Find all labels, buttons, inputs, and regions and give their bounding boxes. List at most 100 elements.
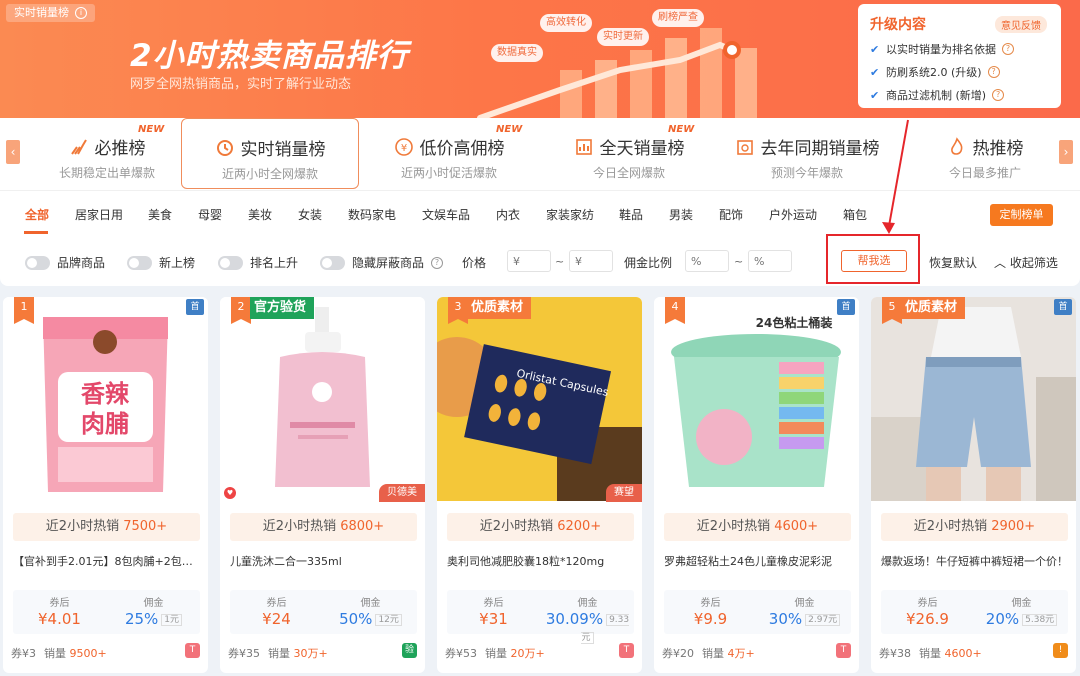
rank-badge: 2 (231, 297, 251, 324)
upgrade-item: ✔ 防刷系统2.0 (升级)? (870, 64, 1049, 80)
tab-hot-push[interactable]: 热推榜 今日最多推广 (896, 118, 1074, 190)
tab-all-day-sales[interactable]: 全天销量榜 今日全网爆款 NEW (540, 118, 718, 190)
commission-label: 佣金 (360, 598, 381, 609)
commission-min-input[interactable] (685, 250, 729, 272)
rank-badge: 5 (882, 297, 902, 324)
upgrade-panel: 升级内容 意见反馈 ✔ 以实时销量为排名依据? ✔ 防刷系统2.0 (升级)? ✔ 商… (858, 4, 1061, 108)
collapse-label: 收起筛选 (1009, 256, 1058, 270)
collapse-filter-button[interactable]: ︿ 收起筛选 (994, 254, 1058, 271)
help-icon[interactable]: ? (992, 89, 1005, 101)
banner-tag-label: 实时销量榜 (14, 6, 69, 19)
chevron-up-icon: ︿ (994, 256, 1007, 270)
product-title[interactable]: 【官补到手2.01元】8包肉脯+2包素... (13, 553, 200, 569)
platform-icon: T (836, 643, 851, 658)
heart-icon[interactable]: ♥ (224, 487, 236, 499)
card-footer: 券¥20 销量 4万+ (662, 645, 755, 661)
category-item[interactable]: 内衣 (496, 206, 520, 223)
toggle-new[interactable]: 新上榜 (127, 254, 195, 271)
price-max-input[interactable] (569, 250, 613, 272)
toggle-switch[interactable] (127, 255, 152, 270)
platform-icon: 验 (402, 643, 417, 658)
help-icon[interactable]: ? (987, 66, 1000, 78)
product-title[interactable]: 爆款返场！牛仔短裤中裤短裙一个价！ (881, 553, 1068, 569)
svg-text:肉脯: 肉脯 (81, 410, 129, 438)
commission-rate: 25% 1元 (107, 610, 200, 628)
toggle-rank-up[interactable]: 排名上升 (218, 254, 298, 271)
product-image[interactable]: Orlistat Capsules (437, 297, 642, 501)
product-card[interactable]: 24色粘土桶装 4 首近2小时热销 4600+ 罗弗超轻粘土24色儿童橡皮泥彩泥 券后 佣… (654, 297, 859, 673)
product-title[interactable]: 儿童洗沐二合一335ml (230, 553, 417, 569)
category-item[interactable]: 家装家纺 (546, 206, 594, 223)
tab-label: 实时销量榜 (240, 140, 326, 160)
price-label: 价格 (462, 256, 487, 270)
help-icon[interactable]: ? (431, 256, 444, 269)
price-label: 券后 (483, 598, 504, 609)
first-order-badge: 首 (837, 299, 855, 315)
tab-realtime-sales[interactable]: 实时销量榜 近两小时全网爆款 (181, 118, 359, 189)
tab-label: 必推榜 (94, 139, 146, 159)
help-me-pick-button[interactable]: 帮我选 (841, 250, 907, 272)
tab-must-push[interactable]: 必推榜 长期稳定出单爆款 NEW (18, 118, 196, 190)
tab-low-price-high-commission[interactable]: ¥ 低价高佣榜 近两小时促活爆款 NEW (360, 118, 538, 190)
category-item[interactable]: 箱包 (843, 206, 867, 223)
product-card[interactable]: 香辣 肉脯 1 首近2小时热销 7500+ 【官补到手2.01元】8包肉脯+2包素...… (3, 297, 208, 673)
product-card[interactable]: 2 官方验货 贝德美 ♥ 近2小时热销 6800+ 儿童洗沐二合一335ml 券后 佣金 ¥24… (220, 297, 425, 673)
category-item[interactable]: 男装 (669, 206, 693, 223)
feedback-button[interactable]: 意见反馈 (995, 16, 1047, 33)
product-card[interactable]: Orlistat Capsules 3 优质素材 赛望 近2小时热销 6200+ 奥利司他… (437, 297, 642, 673)
product-image[interactable]: 香辣 肉脯 (3, 297, 208, 501)
price-label: 券后 (49, 598, 70, 609)
check-icon: ✔ (870, 88, 880, 102)
sales-bar: 近2小时热销 6800+ (230, 513, 417, 541)
product-image[interactable]: 24色粘土桶装 (654, 297, 859, 501)
category-item[interactable]: 美食 (148, 206, 172, 223)
new-tag: NEW (496, 124, 523, 135)
commission-label: 佣金比例 (624, 256, 673, 270)
commission-label: 佣金 (577, 598, 598, 609)
toggle-switch[interactable] (25, 255, 50, 270)
commission-amount: 2.97元 (805, 614, 841, 626)
category-item[interactable]: 户外运动 (769, 206, 817, 223)
coupon-value: 券¥20 (662, 647, 694, 660)
category-item[interactable]: 数码家电 (348, 206, 396, 223)
banner-subtitle: 网罗全网热销商品，实时了解行业动态 (130, 77, 352, 92)
toggle-switch[interactable] (218, 255, 243, 270)
coupon-price: ¥26.9 (906, 610, 949, 628)
category-item[interactable]: 文娱车品 (422, 206, 470, 223)
custom-list-button[interactable]: 定制榜单 (990, 204, 1053, 226)
category-item[interactable]: 居家日用 (75, 206, 123, 223)
toggle-brand[interactable]: 品牌商品 (25, 254, 105, 271)
product-image[interactable] (871, 297, 1076, 501)
help-icon[interactable]: ? (1002, 43, 1014, 55)
clock-icon (216, 139, 233, 156)
rocket-icon (70, 138, 87, 155)
toggle-switch[interactable] (320, 255, 345, 270)
info-icon[interactable]: i (75, 7, 87, 19)
rank-tabs: ‹ › 必推榜 长期稳定出单爆款 NEW 实时销量榜 近两小时全网爆款 ¥ 低价高… (0, 118, 1080, 190)
commission-max-input[interactable] (748, 250, 792, 272)
product-card[interactable]: 5 优质素材 首近2小时热销 2900+ 爆款返场！牛仔短裤中裤短裙一个价！ 券后 佣金 ¥… (871, 297, 1076, 673)
category-item[interactable]: 母婴 (198, 206, 222, 223)
category-item[interactable]: 鞋品 (619, 206, 643, 223)
product-image[interactable] (220, 297, 425, 501)
product-title[interactable]: 奥利司他减肥胶囊18粒*120mg (447, 553, 634, 569)
card-footer: 券¥38 销量 4600+ (879, 645, 982, 661)
coupon-price: ¥4.01 (38, 610, 81, 628)
upgrade-item: ✔ 以实时销量为排名依据? (870, 41, 1049, 57)
category-item[interactable]: 美妆 (248, 206, 272, 223)
category-item[interactable]: 女装 (298, 206, 322, 223)
hero-banner: 实时销量榜 i 2小时热卖商品排行 网罗全网热销商品，实时了解行业动态 高效转化… (0, 0, 1080, 118)
price-box: 券后 佣金 ¥24 50% 12元 (230, 590, 417, 634)
category-all[interactable]: 全部 (25, 206, 49, 223)
coupon-value: 券¥3 (11, 647, 36, 660)
tab-last-year-sales[interactable]: 去年同期销量榜 预测今年爆款 (718, 118, 896, 190)
product-title[interactable]: 罗弗超轻粘土24色儿童橡皮泥彩泥 (664, 553, 851, 569)
shop-tag: 贝德美 (379, 484, 425, 502)
reset-default-button[interactable]: 恢复默认 (929, 254, 977, 271)
toggle-hide-blocked[interactable]: 隐藏屏蔽商品? (320, 254, 444, 271)
category-item[interactable]: 配饰 (719, 206, 743, 223)
coupon-value: 券¥35 (228, 647, 260, 660)
price-min-input[interactable] (507, 250, 551, 272)
upgrade-item-label: 防刷系统2.0 (升级) (886, 66, 982, 79)
volume: 销量 4万+ (702, 647, 755, 660)
